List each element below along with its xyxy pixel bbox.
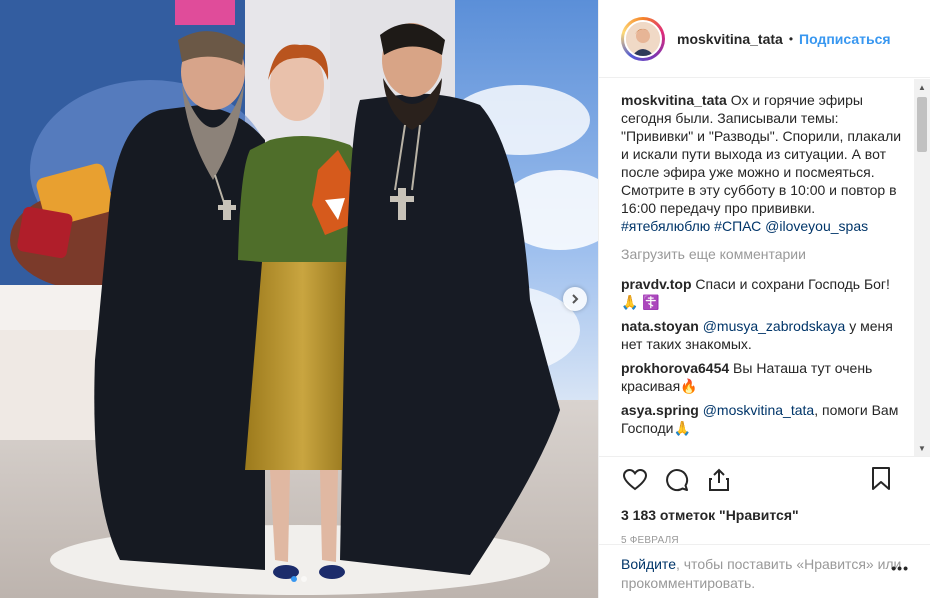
comment-item: prokhorova6454 Вы Наташа тут очень краси… [621, 359, 911, 395]
scroll-up-arrow-icon[interactable]: ▲ [914, 79, 930, 95]
comments-list[interactable]: moskvitina_tata Ох и горячие эфиры сегод… [599, 79, 911, 456]
share-button[interactable] [705, 466, 733, 494]
load-more-comments[interactable]: Загрузить еще комментарии [621, 245, 911, 263]
action-icons [621, 459, 930, 501]
comment-item: pravdv.top Спаси и сохрани Господь Бог! … [621, 275, 911, 311]
comment-item: asya.spring @moskvitina_tata, помоги Вам… [621, 401, 911, 437]
comment-item: nata.stoyan @musya_zabrodskaya у меня не… [621, 317, 911, 353]
comment-icon [666, 469, 689, 492]
comment-username[interactable]: pravdv.top [621, 276, 692, 292]
comment-text: Спаси и сохрани Господь Бог! [691, 276, 890, 292]
comments-scrollbar[interactable]: ▲ ▼ [914, 79, 930, 456]
carousel-dot [291, 576, 297, 582]
bookmark-icon [872, 467, 890, 490]
mention-link[interactable]: @moskvitina_tata [703, 402, 814, 418]
caption: moskvitina_tata Ох и горячие эфиры сегод… [621, 91, 911, 235]
carousel-dot [301, 576, 307, 582]
header-username[interactable]: moskvitina_tata [677, 31, 783, 47]
comment-username[interactable]: prokhorova6454 [621, 360, 729, 376]
comment-username[interactable]: asya.spring [621, 402, 699, 418]
header-separator: • [788, 31, 794, 46]
profile-photo [626, 21, 660, 56]
post-photo[interactable] [0, 0, 598, 598]
chevron-right-icon [572, 294, 579, 304]
photo-image [0, 0, 598, 598]
scroll-down-arrow-icon[interactable]: ▼ [914, 440, 930, 456]
carousel-indicator [0, 576, 598, 582]
follow-button[interactable]: Подписаться [799, 31, 891, 47]
comment-username[interactable]: nata.stoyan [621, 318, 699, 334]
login-prompt: Войдите, чтобы поставить «Нравится» или … [599, 544, 930, 598]
caption-username[interactable]: moskvitina_tata [621, 92, 727, 108]
comment-emoji: 🙏 ☦️ [621, 294, 660, 310]
post-header: moskvitina_tata • Подписаться [599, 0, 930, 78]
action-bar: 3 183 отметок "Нравится" 5 февраля [599, 456, 930, 546]
caption-text: Ох и горячие эфиры сегодня были. Записыв… [621, 92, 902, 216]
like-button[interactable] [621, 466, 649, 494]
like-count[interactable]: 3 183 отметок "Нравится" [621, 507, 930, 523]
hashtag-link[interactable]: #СПАС [714, 218, 761, 234]
avatar-image [624, 19, 662, 58]
post-sidebar: moskvitina_tata • Подписаться moskvitina… [598, 0, 930, 598]
save-button[interactable] [867, 465, 895, 493]
instagram-post: moskvitina_tata • Подписаться moskvitina… [0, 0, 930, 598]
login-link[interactable]: Войдите [621, 556, 676, 572]
comment-button[interactable] [663, 466, 691, 494]
avatar[interactable] [621, 16, 665, 61]
carousel-next-button[interactable] [563, 287, 587, 311]
share-icon [709, 468, 729, 491]
mention-link[interactable]: @musya_zabrodskaya [703, 318, 846, 334]
heart-icon [623, 469, 647, 491]
more-options-button[interactable]: ••• [891, 559, 909, 578]
scrollbar-thumb[interactable] [917, 97, 927, 152]
hashtag-link[interactable]: #ятебялюблю [621, 218, 710, 234]
mention-link[interactable]: @iloveyou_spas [765, 218, 868, 234]
